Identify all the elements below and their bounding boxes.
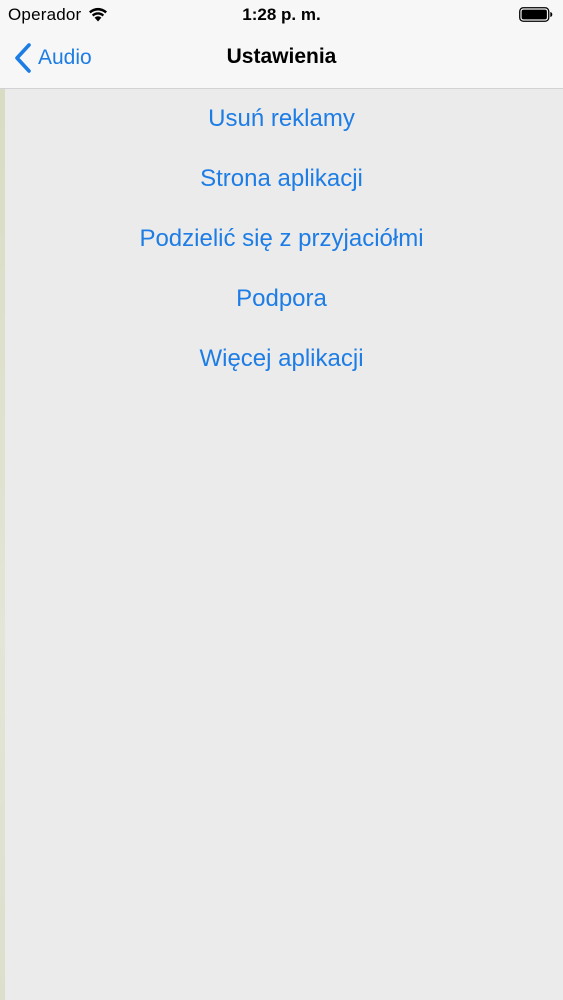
settings-menu: Usuń reklamy Strona aplikacji Podzielić …: [0, 88, 563, 389]
settings-screen: Operador 1:28 p. m. Audio Ustawienia Usu…: [0, 0, 563, 1000]
navigation-bar: Audio Ustawienia: [0, 30, 563, 87]
status-bar: Operador 1:28 p. m.: [0, 0, 563, 30]
clock: 1:28 p. m.: [242, 5, 321, 24]
page-title: Ustawienia: [226, 45, 337, 68]
more-apps-button[interactable]: Więcej aplikacji: [0, 329, 563, 389]
share-with-friends-button[interactable]: Podzielić się z przyjaciółmi: [0, 209, 563, 269]
remove-ads-button[interactable]: Usuń reklamy: [0, 89, 563, 149]
support-button[interactable]: Podpora: [0, 269, 563, 329]
top-bar: Operador 1:28 p. m. Audio Ustawienia: [0, 0, 563, 89]
app-page-button[interactable]: Strona aplikacji: [0, 149, 563, 209]
battery-full-icon: [519, 7, 553, 22]
